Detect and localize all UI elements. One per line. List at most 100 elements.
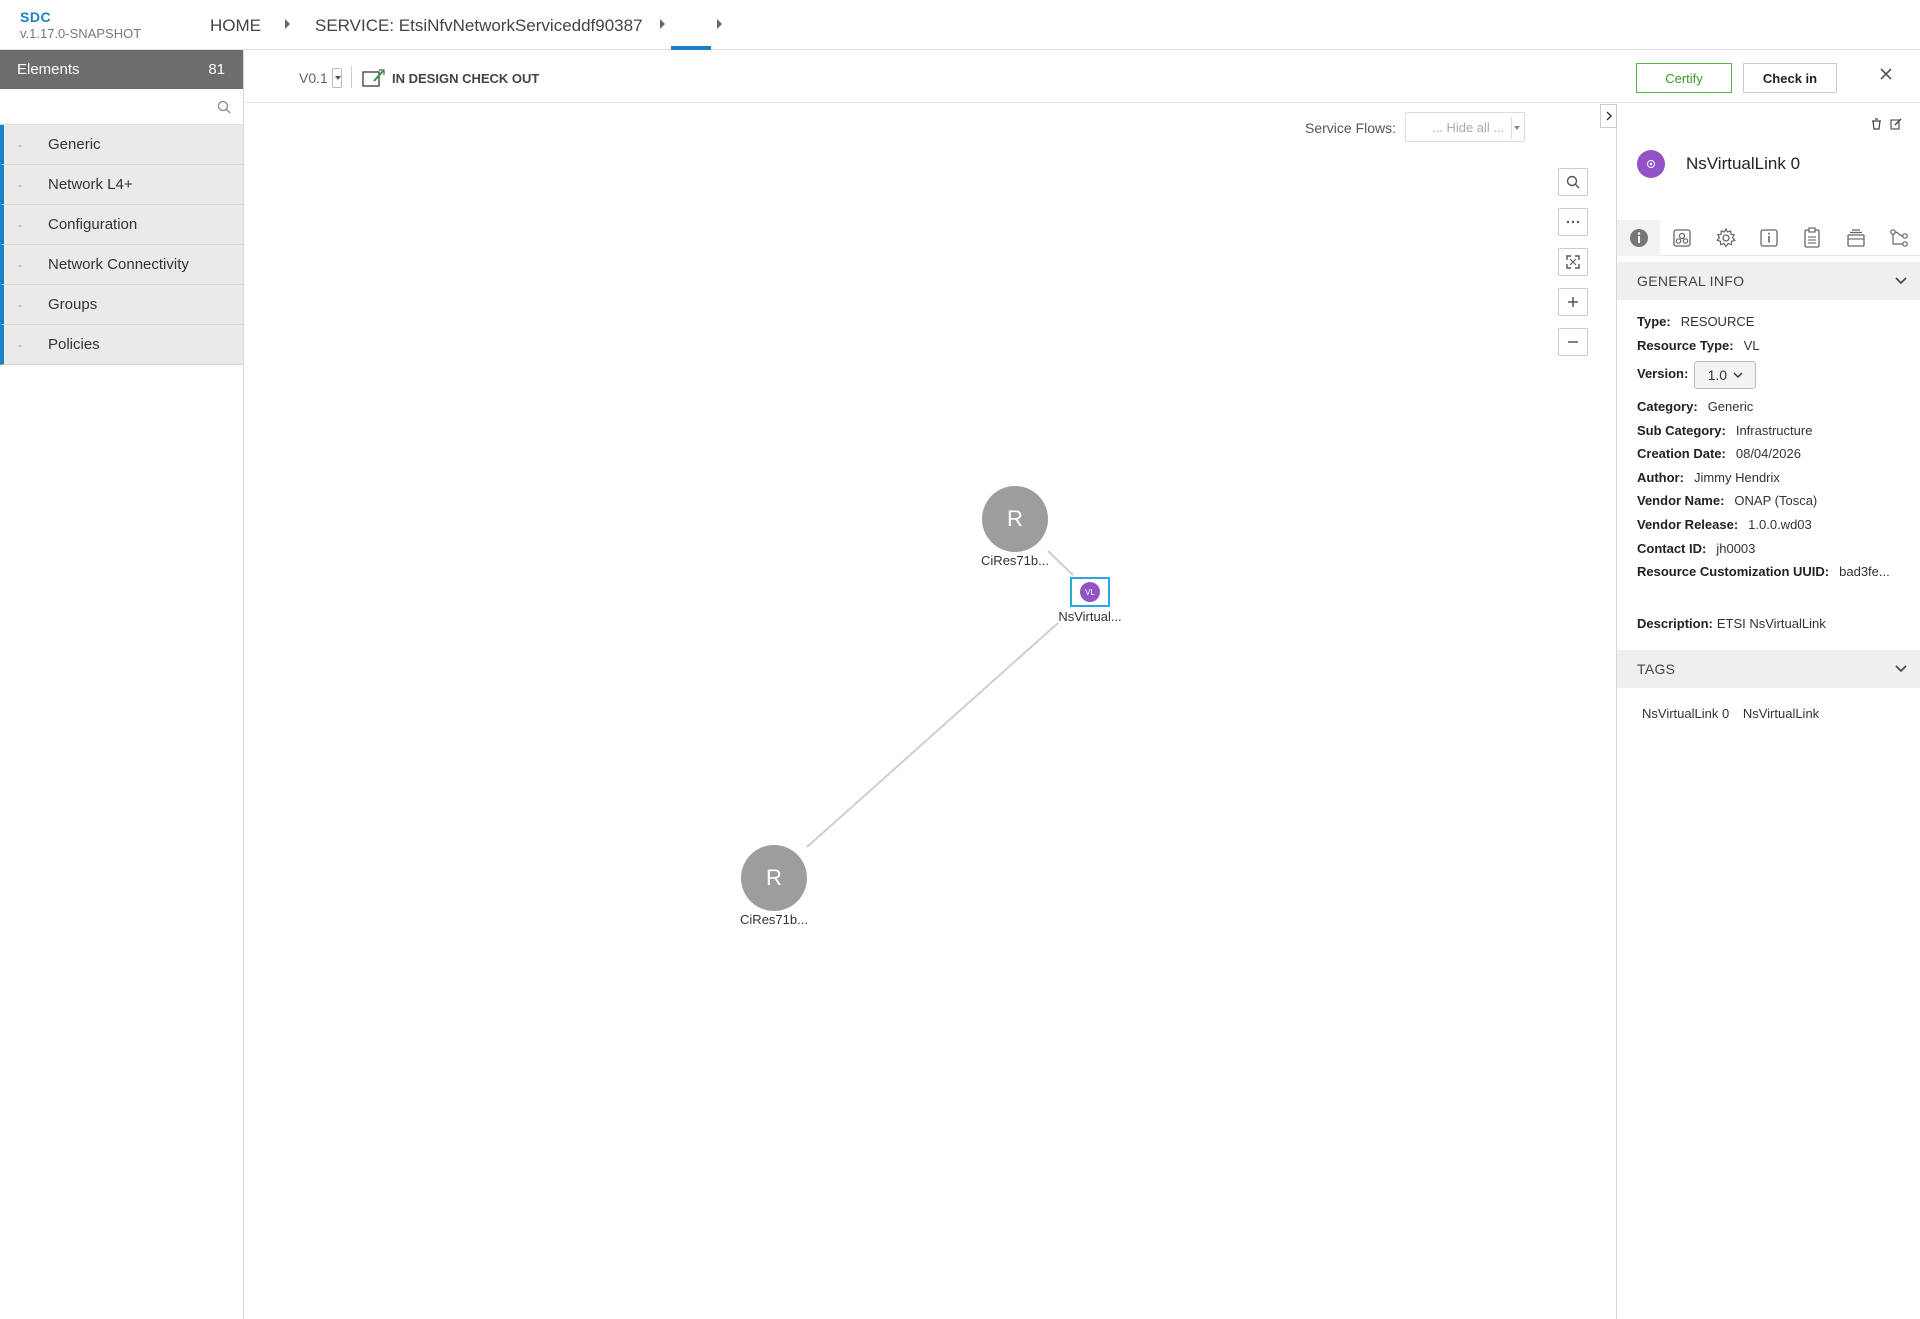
info-version: Version: 1.0 [1637,361,1757,389]
collapse-icon: - [18,337,22,352]
palette-count: 81 [208,61,225,78]
virtual-link-icon: VL [1080,582,1100,602]
tag-item: NsVirtualLink [1742,706,1820,721]
resource-node-label: CiRes71b... [981,553,1049,568]
composition-canvas[interactable]: Service Flows: ... Hide all ... R CiRes7… [245,104,1616,1319]
lifecycle-status: IN DESIGN CHECK OUT [392,71,540,86]
virtual-link-icon [1637,150,1665,178]
trash-icon[interactable] [1871,118,1882,130]
version-label[interactable]: V0.1 [299,70,328,86]
palette-group-label: Network L4+ [48,176,133,193]
palette-group-label: Groups [48,296,98,313]
palette-search [0,89,243,125]
brand[interactable]: SDC v.1.17.0-SNAPSHOT [20,9,141,41]
palette-group-label: Generic [48,136,101,153]
panel-tools [1871,118,1902,130]
tag-item: NsVirtualLink 0 [1642,706,1730,721]
info-square-icon [1760,229,1778,247]
info-vendor-name: Vendor Name: ONAP (Tosca) [1637,493,1818,508]
collapse-icon: - [18,177,22,192]
palette-group-label: Configuration [48,216,138,233]
artifacts-icon [1673,229,1691,247]
resource-node-letter: R [1007,506,1023,531]
palette-title: Elements [17,61,80,78]
tab-deployment-artifacts[interactable] [1660,220,1703,256]
info-contact-id: Contact ID: jh0003 [1637,541,1756,556]
palette-group-policies[interactable]: - Policies [0,325,243,365]
panel-tabs [1617,220,1920,256]
breadcrumb-arrow-icon[interactable] [660,19,665,29]
resource-node[interactable]: R [982,486,1048,552]
breadcrumb-home[interactable]: HOME [210,16,261,36]
tab-general-info[interactable] [1617,220,1661,256]
workspace-toolbar: V0.1 IN DESIGN CHECK OUT Certify Check i… [245,50,1920,103]
info-vendor-release: Vendor Release: 1.0.0.wd03 [1637,517,1812,532]
top-bar: SDC v.1.17.0-SNAPSHOT HOME SERVICE: Etsi… [0,0,1920,50]
palette-group-label: Policies [48,336,100,353]
tab-information-artifacts[interactable] [1747,220,1790,256]
info-description: Description: ETSI NsVirtualLink [1637,616,1826,631]
resource-node-letter: R [766,865,782,890]
palette-group-generic[interactable]: - Generic [0,125,243,165]
tags-list: NsVirtualLink 0 NsVirtualLink [1642,706,1829,721]
tab-api-artifacts[interactable] [1791,220,1834,256]
info-type: Type: RESOURCE [1637,314,1755,329]
breadcrumb-arrow-icon[interactable] [717,19,722,29]
version-select[interactable]: 1.0 [1694,361,1757,389]
elements-palette: Elements 81 - Generic - Network L4+ - Confi… [0,50,244,1319]
breadcrumb-service[interactable]: SERVICE: EtsiNfvNetworkServiceddf90387 [315,16,643,36]
breadcrumb-arrow-icon[interactable] [285,19,290,29]
search-icon[interactable] [217,100,231,119]
toolbar-divider [351,66,352,88]
canvas-links [806,550,1074,848]
palette-group-label: Network Connectivity [48,256,189,273]
palette-group-network-connectivity[interactable]: - Network Connectivity [0,245,243,285]
info-author: Author: Jimmy Hendrix [1637,470,1780,485]
palette-header: Elements 81 [0,50,243,89]
certify-button[interactable]: Certify [1636,63,1732,93]
tags-title: TAGS [1637,661,1676,677]
relation-link [806,622,1059,848]
clipboard-icon [1804,227,1821,248]
resource-node[interactable]: R [741,845,807,911]
virtual-link-node-label: NsVirtual... [1058,609,1122,624]
general-info-section-header[interactable]: GENERAL INFO [1617,262,1920,300]
chevron-down-icon [1733,372,1743,378]
tags-section-header[interactable]: TAGS [1617,650,1920,688]
close-icon[interactable] [1879,67,1893,86]
collapse-icon: - [18,257,22,272]
relations-icon [1890,229,1909,247]
gear-icon [1715,227,1736,248]
checkout-status-icon [362,68,386,93]
details-panel: NsVirtualLink 0 GENERAL INFO Type: RESOUR… [1600,104,1920,1319]
collapse-icon: - [18,297,22,312]
palette-group-configuration[interactable]: - Configuration [0,205,243,245]
info-customization-uuid: Resource Customization UUID: bad3fe... [1637,564,1890,579]
chevron-down-icon [1895,277,1907,285]
virtual-link-node-selected[interactable]: VL [1070,577,1110,607]
collapse-panel-button[interactable] [1600,104,1617,128]
chevron-down-icon [1895,665,1907,673]
tab-properties[interactable] [1704,220,1747,256]
tab-relations[interactable] [1878,220,1920,256]
info-category: Category: Generic [1637,399,1754,414]
layers-icon [1847,229,1865,247]
collapse-icon: - [18,137,22,152]
version-dropdown-icon[interactable] [332,68,342,88]
palette-search-input[interactable] [2,91,240,123]
general-info-title: GENERAL INFO [1637,273,1745,289]
info-creation-date: Creation Date: 08/04/2026 [1637,446,1801,461]
brand-version: v.1.17.0-SNAPSHOT [20,26,142,41]
resource-node-label: CiRes71b... [740,912,808,927]
edit-icon[interactable] [1890,118,1902,130]
info-sub-category: Sub Category: Infrastructure [1637,423,1813,438]
check-in-button[interactable]: Check in [1743,63,1837,93]
info-circle-icon [1629,229,1648,247]
panel-title: NsVirtualLink 0 [1686,154,1801,173]
palette-group-network-l4[interactable]: - Network L4+ [0,165,243,205]
collapse-icon: - [18,217,22,232]
brand-name: SDC [20,9,52,25]
tab-composition[interactable] [1834,220,1877,256]
chevron-right-icon [1606,111,1612,121]
palette-group-groups[interactable]: - Groups [0,285,243,325]
